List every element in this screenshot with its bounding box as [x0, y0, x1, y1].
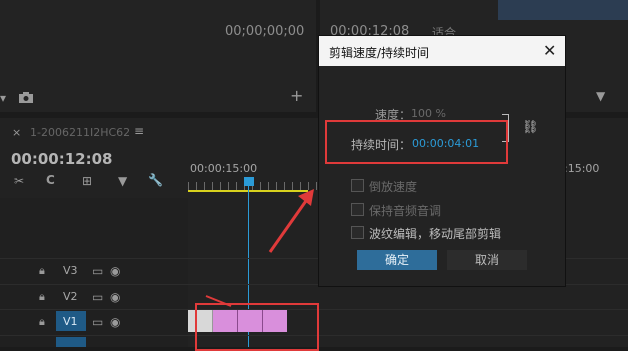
cancel-button[interactable]: 取消	[447, 250, 527, 270]
maintain-pitch-label: 保持音频音调	[369, 204, 442, 218]
annotation-box-duration	[325, 120, 508, 164]
speed-value[interactable]: 100 %	[411, 107, 446, 120]
speed-duration-dialog: 剪辑速度/持续时间 ✕ 速度： 100 % 持续时间： 00:00:04:01 …	[319, 36, 565, 286]
dialog-title: 剪辑速度/持续时间	[329, 46, 430, 60]
ripple-edit-checkbox[interactable]	[351, 226, 364, 239]
ok-button[interactable]: 确定	[357, 250, 437, 270]
ripple-edit-label: 波纹编辑，移动尾部剪辑	[369, 227, 502, 241]
close-icon[interactable]: ✕	[543, 41, 556, 60]
dialog-titlebar: 剪辑速度/持续时间 ✕	[319, 36, 565, 66]
chain-link-icon[interactable]: ⛓	[522, 120, 539, 135]
maintain-pitch-checkbox[interactable]	[351, 203, 364, 216]
reverse-speed-checkbox[interactable]	[351, 179, 364, 192]
reverse-speed-label: 倒放速度	[369, 180, 418, 194]
